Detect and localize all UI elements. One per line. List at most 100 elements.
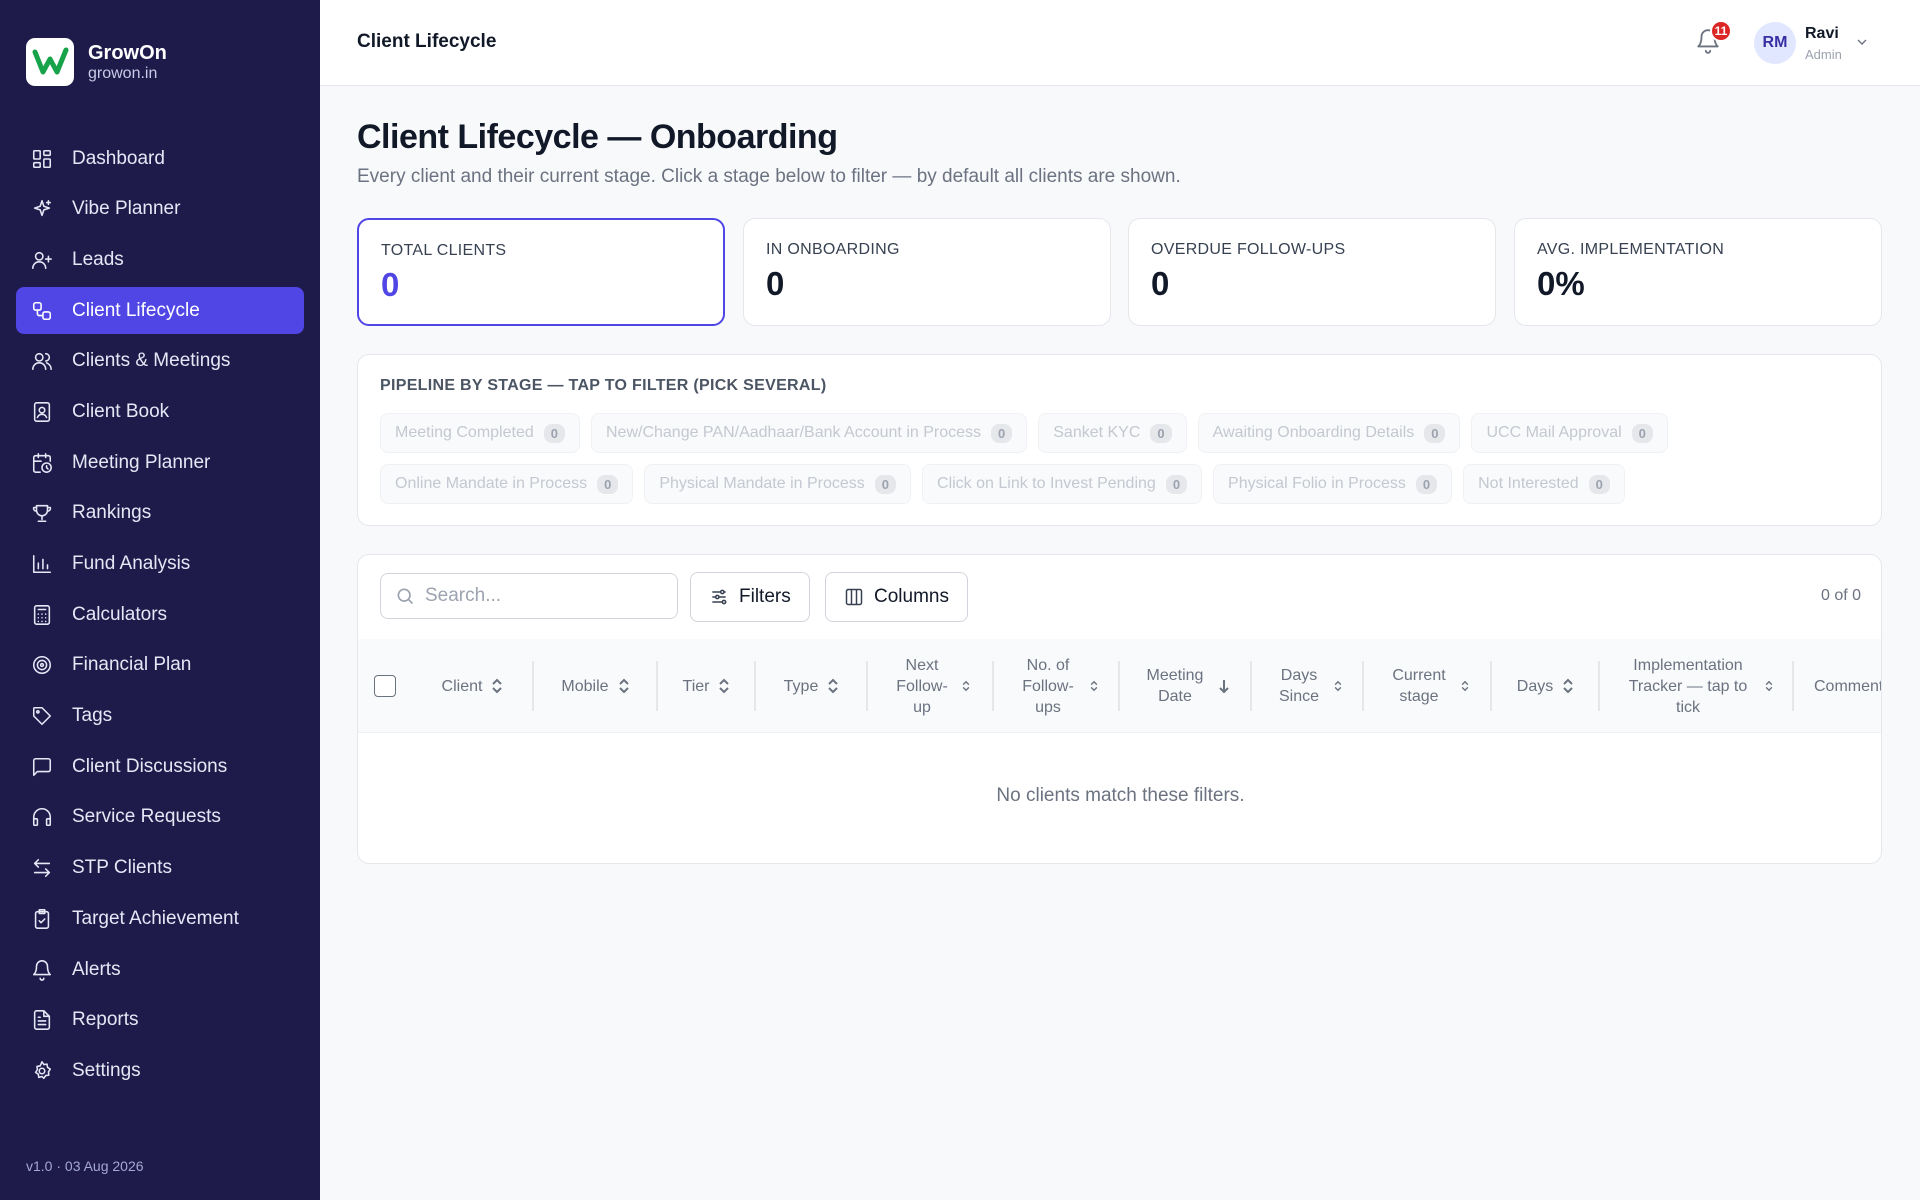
column-label: Tier xyxy=(682,677,710,695)
user-name[interactable]: Ravi xyxy=(1805,25,1839,43)
stage-chip[interactable]: Click on Link to Invest Pending 0 xyxy=(922,464,1203,504)
column-header-days-since[interactable]: Days Since xyxy=(1252,639,1364,733)
column-header-no-of-follow-ups[interactable]: No. of Follow-ups xyxy=(994,639,1120,733)
avatar[interactable]: RM xyxy=(1754,22,1796,64)
columns-button[interactable]: Columns xyxy=(825,572,968,622)
stat-card-avg-implementation[interactable]: AVG. IMPLEMENTATION 0% xyxy=(1514,218,1882,326)
column-header-tier[interactable]: Tier xyxy=(658,639,756,733)
stage-chip[interactable]: Physical Mandate in Process 0 xyxy=(644,464,912,504)
sidebar-item-calculators[interactable]: Calculators xyxy=(16,591,304,638)
sidebar-item-reports[interactable]: Reports xyxy=(16,997,304,1044)
column-header-meeting-date[interactable]: Meeting Date xyxy=(1120,639,1252,733)
target-icon xyxy=(30,653,54,677)
stage-chip[interactable]: Meeting Completed 0 xyxy=(380,413,580,453)
pipeline-title: PIPELINE BY STAGE — TAP TO FILTER (PICK … xyxy=(380,377,827,394)
stage-chip-label: Not Interested xyxy=(1478,475,1579,492)
sort-icon xyxy=(1460,679,1470,693)
sidebar-item-label: Client Book xyxy=(72,400,170,422)
workflow-icon xyxy=(30,299,54,323)
brand[interactable]: GrowOn growon.in xyxy=(26,38,167,86)
sidebar-item-clients-meetings[interactable]: Clients & Meetings xyxy=(16,338,304,385)
sidebar-item-label: Tags xyxy=(72,705,113,727)
sidebar-item-stp-clients[interactable]: STP Clients xyxy=(16,845,304,892)
sidebar-item-label: Reports xyxy=(72,1009,139,1031)
sidebar-item-target-achievement[interactable]: Target Achievement xyxy=(16,895,304,942)
chevron-down-icon[interactable] xyxy=(1854,34,1872,52)
stage-chip[interactable]: Sanket KYC 0 xyxy=(1038,413,1187,453)
stage-chip[interactable]: Physical Folio in Process 0 xyxy=(1213,464,1453,504)
stage-chip-count: 0 xyxy=(597,474,619,494)
sidebar-item-label: Service Requests xyxy=(72,806,221,828)
column-label: Client xyxy=(441,677,483,695)
sidebar-item-financial-plan[interactable]: Financial Plan xyxy=(16,642,304,689)
column-header-mobile[interactable]: Mobile xyxy=(534,639,658,733)
search-input[interactable] xyxy=(425,585,665,607)
stage-chip[interactable]: Awaiting Onboarding Details 0 xyxy=(1197,413,1461,453)
sidebar-item-label: Clients & Meetings xyxy=(72,350,231,372)
sidebar-item-client-lifecycle[interactable]: Client Lifecycle xyxy=(16,287,304,335)
topbar-title: Client Lifecycle xyxy=(357,31,497,52)
stage-chip-count: 0 xyxy=(1165,474,1188,494)
calculator-icon xyxy=(30,603,54,627)
sort-icon xyxy=(1561,677,1575,695)
column-header-current-stage[interactable]: Current stage xyxy=(1364,639,1492,733)
calendar-clock-icon xyxy=(30,451,54,475)
sidebar-item-alerts[interactable]: Alerts xyxy=(16,946,304,993)
sidebar-nav: Dashboard Vibe Planner Leads Client Life… xyxy=(16,135,304,1098)
row-count: 0 of 0 xyxy=(1820,587,1861,604)
column-header-client[interactable]: Client xyxy=(412,639,534,733)
sparkle-icon xyxy=(30,197,54,221)
stage-chip[interactable]: Online Mandate in Process 0 xyxy=(380,464,634,504)
sidebar-item-tags[interactable]: Tags xyxy=(16,693,304,740)
sidebar-item-client-discussions[interactable]: Client Discussions xyxy=(16,743,304,790)
sidebar-item-rankings[interactable]: Rankings xyxy=(16,490,304,537)
search-box[interactable] xyxy=(380,573,678,619)
column-label: Current stage xyxy=(1392,667,1446,705)
stage-chip-count: 0 xyxy=(991,423,1013,443)
sidebar-item-label: Alerts xyxy=(72,958,121,980)
sliders-icon xyxy=(712,589,727,605)
message-icon xyxy=(30,755,54,779)
column-header-next-follow-up[interactable]: Next Follow-up xyxy=(868,639,994,733)
headset-icon xyxy=(30,805,54,829)
contact-book-icon xyxy=(30,400,54,424)
stage-chip-label: New/Change PAN/Aadhaar/Bank Account in P… xyxy=(605,424,982,441)
page-subtitle: Every client and their current stage. Cl… xyxy=(357,166,1181,187)
column-header-type[interactable]: Type xyxy=(756,639,868,733)
stage-chip[interactable]: New/Change PAN/Aadhaar/Bank Account in P… xyxy=(590,413,1028,453)
stat-card-in-onboarding[interactable]: IN ONBOARDING 0 xyxy=(743,218,1111,326)
stat-card-total-clients[interactable]: TOTAL CLIENTS 0 xyxy=(357,218,725,326)
sidebar-item-dashboard[interactable]: Dashboard xyxy=(16,135,304,182)
users-icon xyxy=(30,349,54,373)
column-header-comment[interactable]: Comment xyxy=(1794,639,1881,733)
stage-chip[interactable]: UCC Mail Approval 0 xyxy=(1471,413,1668,453)
sidebar-item-fund-analysis[interactable]: Fund Analysis xyxy=(16,541,304,588)
stage-chip-label: Physical Mandate in Process xyxy=(659,475,865,492)
filters-button[interactable]: Filters xyxy=(690,572,810,622)
sidebar-item-vibe-planner[interactable]: Vibe Planner xyxy=(16,186,304,233)
sidebar-item-leads[interactable]: Leads xyxy=(16,236,304,283)
stage-chip-label: Click on Link to Invest Pending xyxy=(937,475,1156,492)
trophy-icon xyxy=(30,501,54,525)
sidebar-item-settings[interactable]: Settings xyxy=(16,1047,304,1094)
stat-label: OVERDUE FOLLOW-UPS xyxy=(1151,241,1346,258)
sidebar-item-client-book[interactable]: Client Book xyxy=(16,388,304,435)
tag-icon xyxy=(30,704,54,728)
sidebar-item-label: Client Lifecycle xyxy=(72,299,200,321)
stat-label: AVG. IMPLEMENTATION xyxy=(1537,241,1725,258)
stage-chips: Meeting Completed 0 New/Change PAN/Aadhaa… xyxy=(380,413,1870,515)
sidebar-item-label: Settings xyxy=(72,1059,141,1081)
column-header-implementation-tracker[interactable]: Implementation Tracker — tap to tick xyxy=(1600,639,1794,733)
column-header-days[interactable]: Days xyxy=(1492,639,1600,733)
version-label: v1.0 · 03 Aug 2026 xyxy=(26,1158,144,1174)
search-icon xyxy=(397,588,414,605)
sidebar-item-meeting-planner[interactable]: Meeting Planner xyxy=(16,439,304,486)
column-label: No. of Follow-ups xyxy=(1022,656,1074,716)
stage-chip-label: UCC Mail Approval xyxy=(1486,424,1622,441)
sidebar-item-service-requests[interactable]: Service Requests xyxy=(16,794,304,841)
column-label: Days xyxy=(1516,677,1554,695)
stat-card-overdue-follow-ups[interactable]: OVERDUE FOLLOW-UPS 0 xyxy=(1128,218,1496,326)
select-all-checkbox[interactable] xyxy=(374,675,396,697)
stage-chip[interactable]: Not Interested 0 xyxy=(1463,464,1625,504)
stage-chip-count: 0 xyxy=(1588,474,1610,494)
